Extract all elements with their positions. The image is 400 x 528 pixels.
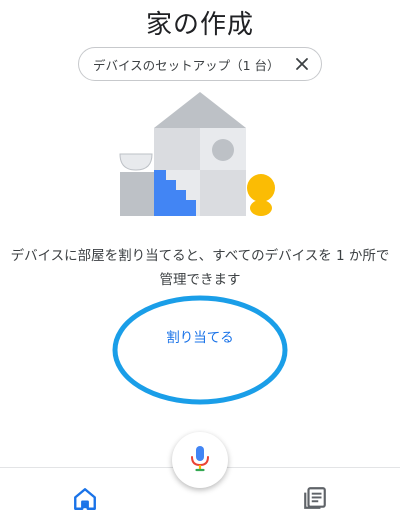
mic-icon [189,444,211,476]
page-title: 家の作成 [145,10,254,40]
home-icon[interactable] [72,486,98,512]
highlight-circle-annotation [112,295,288,405]
close-icon[interactable] [287,49,317,79]
chip-label: デバイスのセットアップ（1 台） [93,57,280,73]
mic-button[interactable] [172,432,228,488]
home-rooms-illustration [118,92,282,222]
feed-icon[interactable] [302,485,328,511]
device-setup-chip[interactable]: デバイスのセットアップ（1 台） [78,47,322,81]
description-text: デバイスに部屋を割り当てると、すべてのデバイスを 1 か所で管理できます [10,248,390,288]
